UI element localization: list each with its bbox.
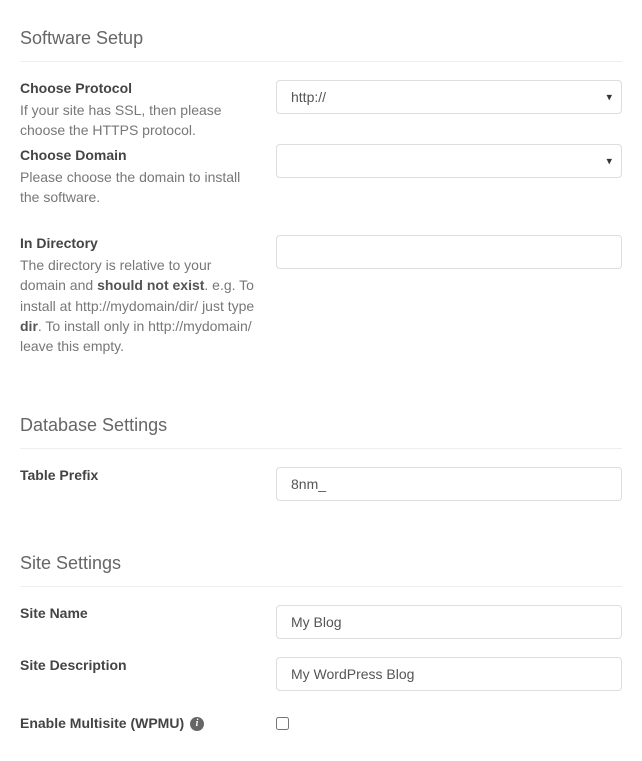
protocol-select[interactable]: http:// — [276, 80, 622, 114]
divider — [20, 586, 622, 587]
database-settings-title: Database Settings — [20, 415, 622, 436]
protocol-help: If your site has SSL, then please choose… — [20, 100, 260, 141]
domain-select[interactable] — [276, 144, 622, 178]
divider — [20, 448, 622, 449]
software-setup-title: Software Setup — [20, 28, 622, 49]
table-prefix-label: Table Prefix — [20, 467, 260, 483]
directory-label: In Directory — [20, 235, 260, 251]
directory-input[interactable] — [276, 235, 622, 269]
site-name-label: Site Name — [20, 605, 260, 621]
directory-help: The directory is relative to your domain… — [20, 255, 260, 356]
multisite-checkbox[interactable] — [276, 717, 289, 730]
multisite-label: Enable Multisite (WPMU) i — [20, 715, 260, 731]
protocol-label: Choose Protocol — [20, 80, 260, 96]
domain-label: Choose Domain — [20, 147, 260, 163]
domain-help: Please choose the domain to install the … — [20, 167, 260, 208]
divider — [20, 61, 622, 62]
site-name-input[interactable] — [276, 605, 622, 639]
info-icon[interactable]: i — [190, 717, 204, 731]
site-description-label: Site Description — [20, 657, 260, 673]
table-prefix-input[interactable] — [276, 467, 622, 501]
site-description-input[interactable] — [276, 657, 622, 691]
site-settings-title: Site Settings — [20, 553, 622, 574]
